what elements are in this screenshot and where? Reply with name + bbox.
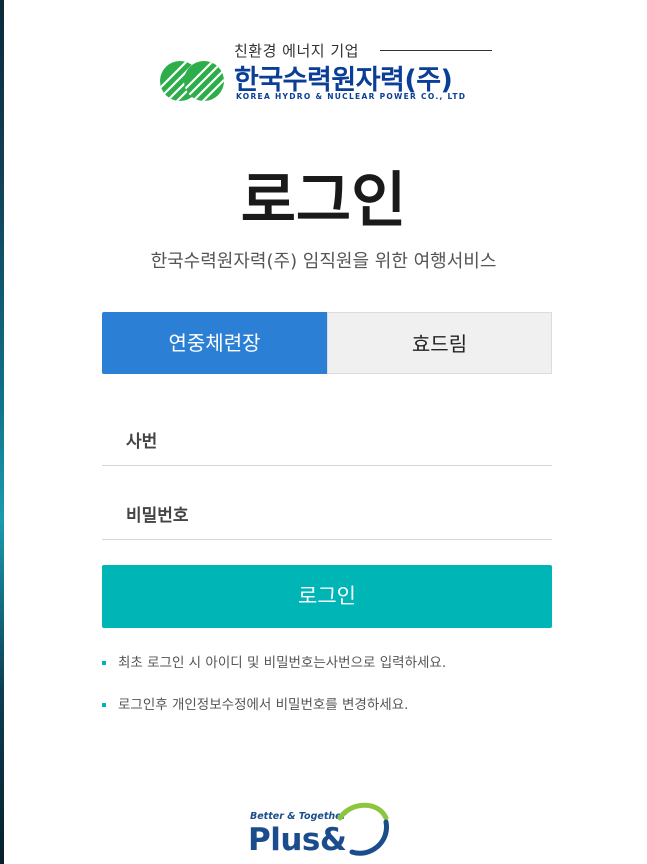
login-button[interactable]: 로그인	[102, 565, 552, 628]
note-text: 최초 로그인 시 아이디 및 비밀번호는사번으로 입력하세요.	[118, 655, 447, 671]
login-notes: 최초 로그인 시 아이디 및 비밀번호는사번으로 입력하세요. 로그인후 개인정…	[102, 652, 552, 736]
brand-header: 친환경 에너지 기업 한국수력원자력(주) KOREA HYDRO & NUCL…	[160, 40, 500, 104]
plus-and-logo: Better & Together Plus&	[248, 800, 393, 864]
bullet-icon	[102, 703, 106, 707]
login-tabs: 연중체련장 효드림	[102, 312, 552, 374]
plus-logo-tagline: Better & Together	[250, 811, 347, 822]
brand-english-name: KOREA HYDRO & NUCLEAR POWER CO., LTD	[236, 92, 467, 101]
page-subtitle: 한국수력원자력(주) 임직원을 위한 여행서비스	[150, 251, 497, 272]
employee-id-field	[102, 418, 552, 466]
khnp-logo-icon	[160, 61, 224, 101]
login-page: 친환경 에너지 기업 한국수력원자력(주) KOREA HYDRO & NUCL…	[0, 0, 647, 864]
password-field	[102, 492, 552, 540]
password-input[interactable]	[102, 492, 552, 539]
note-text: 로그인후 개인정보수정에서 비밀번호를 변경하세요.	[118, 697, 409, 713]
brand-tagline-rule	[380, 50, 492, 51]
bullet-icon	[102, 661, 106, 665]
tab-yeonjung-cheryeonjang[interactable]: 연중체련장	[102, 312, 327, 374]
note-item: 최초 로그인 시 아이디 및 비밀번호는사번으로 입력하세요.	[102, 652, 552, 694]
plus-swoosh-icon	[337, 802, 389, 856]
page-title: 로그인	[240, 166, 407, 236]
tab-hyodream[interactable]: 효드림	[327, 312, 552, 374]
note-item: 로그인후 개인정보수정에서 비밀번호를 변경하세요.	[102, 694, 552, 736]
plus-logo-word: Plus&	[248, 822, 347, 858]
employee-id-input[interactable]	[102, 418, 552, 465]
